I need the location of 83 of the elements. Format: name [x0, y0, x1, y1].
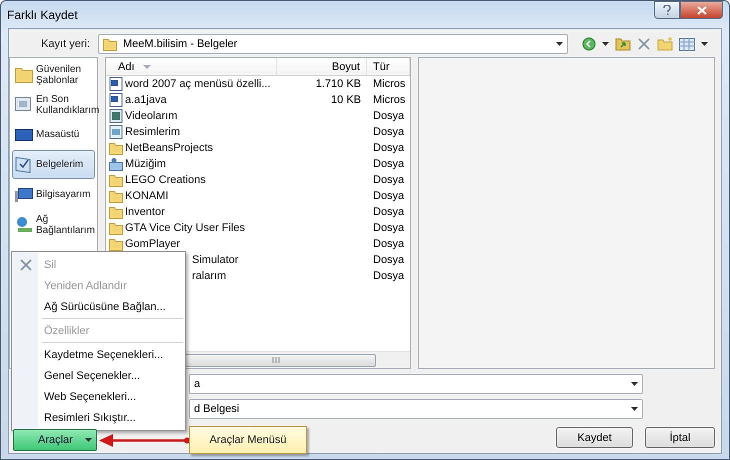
file-name[interactable]: word 2007 aç menüsü özelli... — [125, 78, 271, 90]
recent-documents-icon — [15, 96, 33, 112]
file-type-dropdown[interactable]: d Belgesi — [189, 399, 643, 419]
location-dropdown[interactable]: MeeM.bilisim - Belgeler — [98, 34, 568, 54]
caret-icon — [556, 42, 563, 46]
file-size: 10 KB — [330, 94, 362, 106]
caret-icon — [631, 407, 638, 411]
window-title: Farklı Kaydet — [7, 8, 78, 22]
folder-icon — [109, 173, 123, 187]
folder-icon — [109, 189, 123, 203]
places-item[interactable]: Bilgisayarım — [12, 180, 95, 209]
help-button[interactable] — [654, 1, 680, 19]
close-icon — [696, 6, 706, 14]
file-name[interactable]: Simulator — [192, 254, 238, 266]
cancel-button[interactable]: İptal — [645, 427, 715, 448]
computer-icon — [15, 186, 33, 202]
file-type: Dosya — [372, 142, 406, 154]
document-icon — [109, 77, 123, 91]
file-type: Dosya — [372, 110, 406, 122]
folder-icon — [109, 221, 123, 235]
file-name[interactable]: Müziğim — [125, 158, 166, 170]
caret-icon — [631, 382, 638, 386]
file-name[interactable]: NetBeansProjects — [125, 142, 214, 154]
desktop-icon — [15, 126, 33, 142]
help-icon — [663, 4, 671, 16]
places-item[interactable]: Belgelerim — [12, 150, 95, 179]
column-header[interactable]: Tür — [367, 58, 410, 75]
file-type: Dosya — [372, 190, 406, 202]
file-type: Dosya — [372, 238, 406, 250]
up-folder-icon[interactable] — [615, 37, 631, 51]
file-name[interactable]: Inventor — [125, 206, 165, 218]
file-type: Micros — [372, 94, 406, 106]
file-name-field[interactable]: a — [189, 374, 643, 394]
places-item[interactable]: Masaüstü — [12, 120, 95, 149]
file-name[interactable]: ralarım — [192, 270, 226, 282]
folder-icon — [109, 141, 123, 155]
folder-icon — [103, 37, 117, 51]
close-button[interactable] — [680, 1, 723, 19]
menu-item[interactable]: Genel Seçenekler... — [14, 365, 183, 386]
sort-caret-icon — [142, 64, 151, 68]
location-label: Kayıt yeri: — [40, 38, 91, 50]
places-item[interactable]: Güvenilen Şablonlar — [12, 60, 95, 89]
file-type: Dosya — [372, 254, 406, 266]
file-name[interactable]: KONAMI — [125, 190, 168, 202]
folder-icon — [109, 205, 123, 219]
document-icon — [109, 93, 123, 107]
file-name[interactable]: Videolarım — [125, 110, 178, 122]
network-icon — [15, 216, 33, 232]
file-name[interactable]: LEGO Creations — [125, 174, 206, 186]
file-type: Dosya — [372, 206, 406, 218]
tools-button[interactable]: Araçlar — [13, 429, 97, 451]
music-folder-icon — [109, 157, 123, 171]
callout-label: Araçlar Menüsü — [189, 426, 307, 454]
places-item[interactable]: Ağ Bağlantılarım — [12, 210, 95, 239]
file-type: Micros — [372, 78, 406, 90]
back-icon[interactable] — [582, 37, 596, 51]
file-type: Dosya — [372, 174, 406, 186]
delete-icon[interactable] — [637, 37, 651, 51]
menu-item[interactable]: Web Seçenekleri... — [14, 386, 183, 407]
menu-item[interactable]: Resimleri Sıkıştır... — [14, 407, 183, 428]
video-folder-icon — [109, 109, 123, 123]
menu-item[interactable]: Kaydetme Seçenekleri... — [14, 344, 183, 365]
file-size: 1.710 KB — [314, 78, 362, 90]
folder-icon — [15, 66, 33, 82]
column-header[interactable]: Boyut — [277, 58, 367, 75]
file-name[interactable]: GTA Vice City User Files — [125, 222, 246, 234]
menu-item[interactable]: Ağ Sürücüsüne Bağlan... — [14, 296, 183, 317]
views-icon[interactable] — [679, 38, 695, 50]
documents-icon — [15, 156, 33, 172]
caret-icon — [85, 438, 92, 442]
grip-icon — [272, 357, 280, 363]
save-button[interactable]: Kaydet — [556, 427, 633, 448]
file-type: Dosya — [372, 270, 406, 282]
picture-folder-icon — [109, 125, 123, 139]
column-header[interactable]: Adı — [106, 58, 277, 75]
back-dropdown-icon — [602, 42, 609, 46]
file-type: Dosya — [372, 126, 406, 138]
file-name[interactable]: Resimlerim — [125, 126, 180, 138]
file-name[interactable]: a.a1java — [125, 94, 167, 106]
file-name[interactable]: GomPlayer — [125, 238, 180, 250]
file-type: Dosya — [372, 158, 406, 170]
file-type: Dosya — [372, 222, 406, 234]
views-dropdown-icon — [701, 42, 708, 46]
